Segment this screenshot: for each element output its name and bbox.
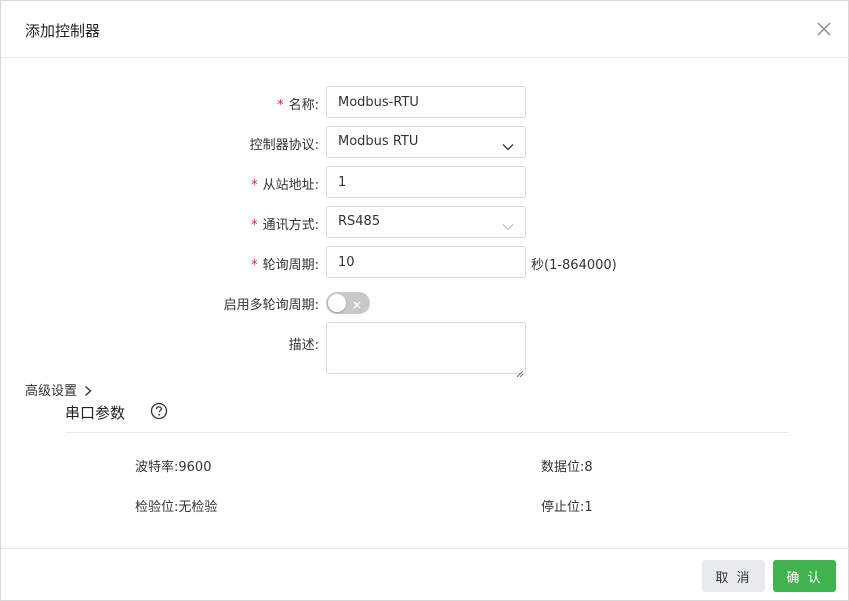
form-row-name: * 名称: [1, 86, 849, 118]
confirm-button[interactable]: 确 认 [773, 560, 836, 592]
description-textarea[interactable] [326, 322, 526, 374]
required-mark: * [251, 258, 258, 273]
section-divider [66, 432, 788, 433]
name-label: * 名称: [277, 98, 319, 113]
protocol-select[interactable]: Modbus RTU [326, 126, 526, 158]
chevron-right-icon [85, 385, 92, 397]
poll-period-unit: 秒(1-864000) [531, 258, 617, 273]
add-controller-dialog: 添加控制器 *名称: 控制器协议: Modbus RTU *从站地址: *通讯方… [0, 0, 849, 601]
form-row-protocol: 控制器协议: Modbus RTU [1, 126, 849, 158]
name-input[interactable] [326, 86, 526, 118]
baud-rate: 波特率:9600 [135, 460, 212, 475]
help-icon[interactable] [150, 402, 168, 420]
protocol-label: 控制器协议: [249, 138, 319, 153]
form-row-comm-mode: * 通讯方式: RS485 [1, 206, 849, 238]
required-mark: * [277, 98, 284, 113]
required-mark: * [251, 218, 258, 233]
dialog-header: 添加控制器 [1, 1, 849, 58]
multi-poll-label: 启用多轮询周期: [223, 298, 319, 313]
stop-bits: 停止位:1 [541, 500, 593, 515]
close-icon[interactable] [814, 19, 834, 39]
form-row-poll-period: *轮询周期: 秒(1-864000) [1, 246, 849, 278]
close-icon [351, 296, 363, 309]
advanced-settings-label: 高级设置 [25, 384, 78, 399]
dialog-title: 添加控制器 [25, 22, 101, 40]
data-bits: 数据位:8 [541, 460, 593, 475]
chevron-down-icon [501, 136, 515, 151]
form-row-description: 描述: [1, 322, 849, 374]
protocol-value: Modbus RTU [338, 134, 419, 149]
dialog-footer: 取 消 确 认 [1, 548, 849, 601]
comm-mode-value: RS485 [338, 214, 381, 229]
chevron-down-icon [501, 216, 515, 231]
parity: 检验位:无检验 [135, 500, 218, 515]
slave-address-label: * 从站地址: [251, 178, 319, 193]
required-mark: * [251, 178, 258, 193]
poll-period-input[interactable] [326, 246, 526, 278]
serial-params-title: 串口参数 [65, 404, 126, 422]
multi-poll-toggle[interactable] [326, 292, 370, 314]
slave-address-input[interactable] [326, 166, 526, 198]
comm-mode-label: * 通讯方式: [251, 218, 319, 233]
form-row-multi-poll: 启用多轮询周期: [1, 290, 849, 316]
poll-period-label: * 轮询周期: [251, 258, 319, 273]
resize-grip-icon[interactable] [515, 363, 524, 378]
cancel-button[interactable]: 取 消 [702, 560, 765, 592]
form-row-slave-address: * 从站地址: [1, 166, 849, 198]
comm-mode-select[interactable]: RS485 [326, 206, 526, 238]
advanced-settings-toggle[interactable]: 高级设置 [25, 380, 93, 399]
description-label: 描述: [288, 338, 319, 353]
toggle-knob [328, 294, 346, 312]
